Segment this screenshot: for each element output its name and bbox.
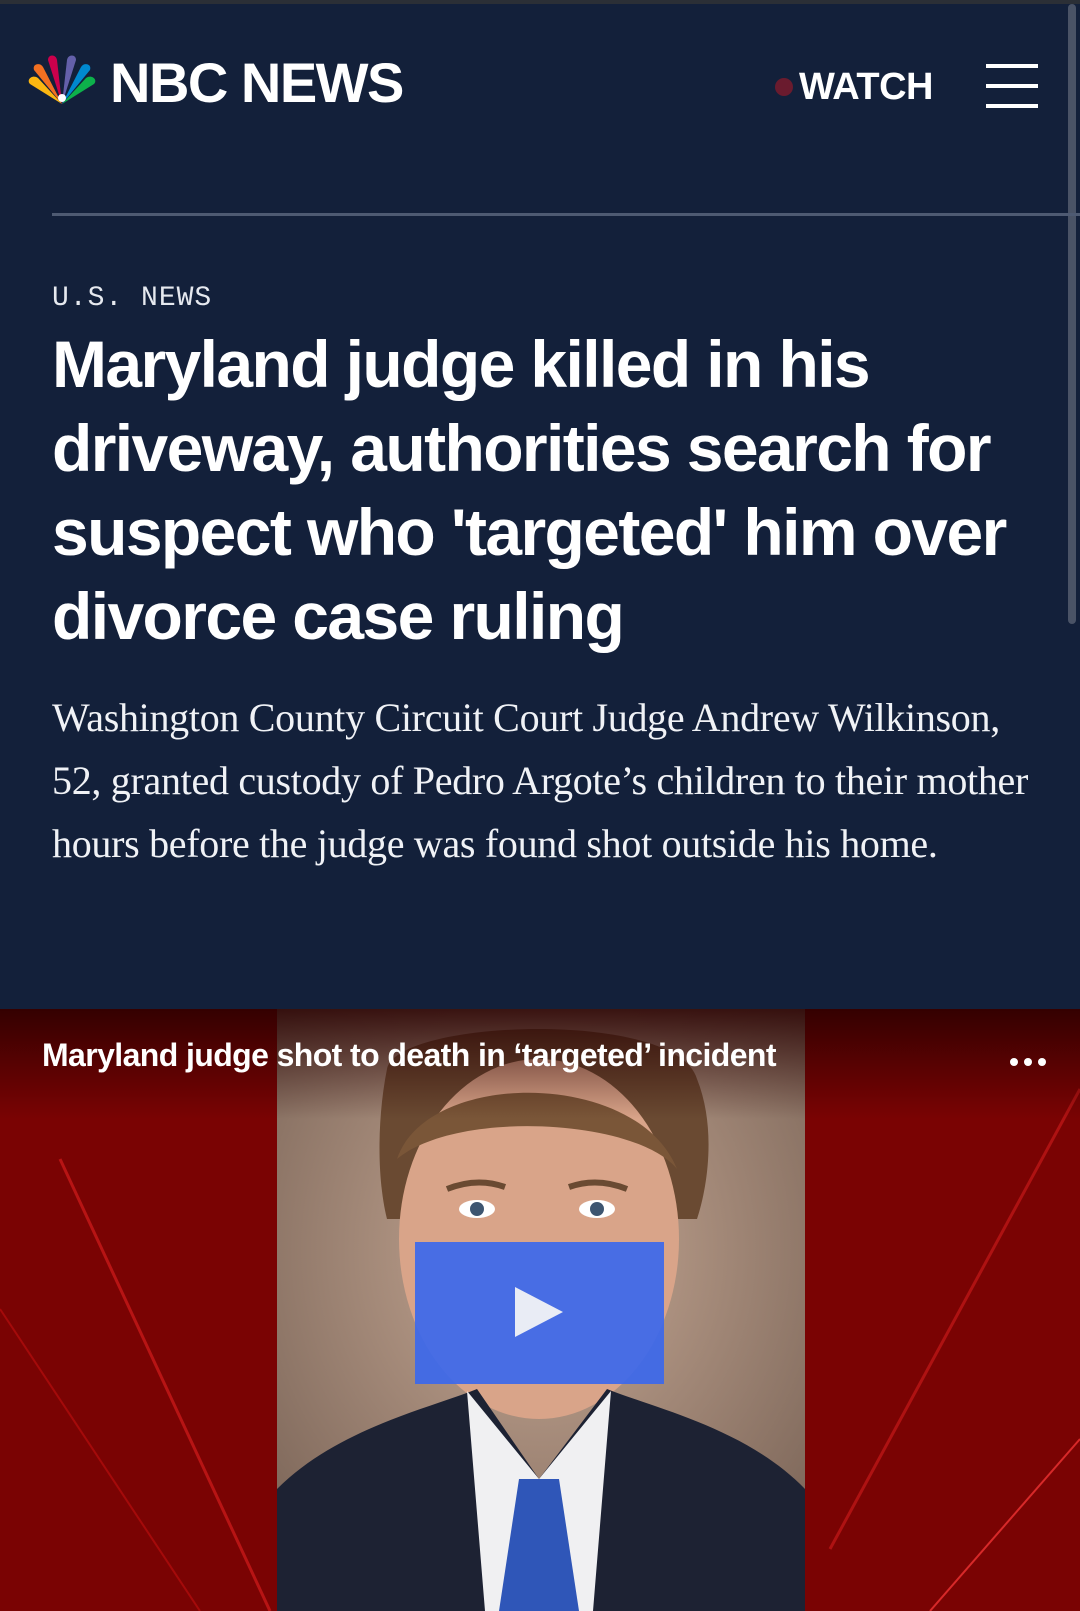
menu-bar	[986, 64, 1038, 68]
play-icon	[515, 1287, 563, 1337]
menu-bar	[986, 84, 1038, 88]
dot	[1010, 1058, 1018, 1066]
video-title: Maryland judge shot to death in ‘targete…	[42, 1037, 777, 1073]
dot	[1038, 1058, 1046, 1066]
article-headline: Maryland judge killed in his driveway, a…	[52, 327, 1007, 653]
watch-live-button[interactable]: WATCH	[775, 66, 934, 108]
scrollbar[interactable]	[1068, 4, 1076, 624]
hamburger-menu-icon[interactable]	[986, 64, 1038, 108]
live-dot-icon	[775, 78, 793, 96]
more-options-icon[interactable]	[1008, 1052, 1048, 1072]
nbc-news-logo[interactable]: NBC NEWS	[26, 51, 404, 114]
menu-bar	[986, 104, 1038, 108]
article-dek: Washington County Circuit Court Judge An…	[52, 695, 1029, 866]
watch-label: WATCH	[799, 66, 934, 108]
brand-wordmark: NBC NEWS	[110, 51, 404, 114]
play-button[interactable]	[415, 1242, 664, 1384]
header-divider	[52, 213, 1080, 216]
dot	[1024, 1058, 1032, 1066]
site-header: NBC NEWS WATCH	[0, 4, 1080, 164]
nbc-peacock-icon	[28, 55, 96, 104]
section-label[interactable]: U.S. NEWS	[52, 283, 212, 314]
